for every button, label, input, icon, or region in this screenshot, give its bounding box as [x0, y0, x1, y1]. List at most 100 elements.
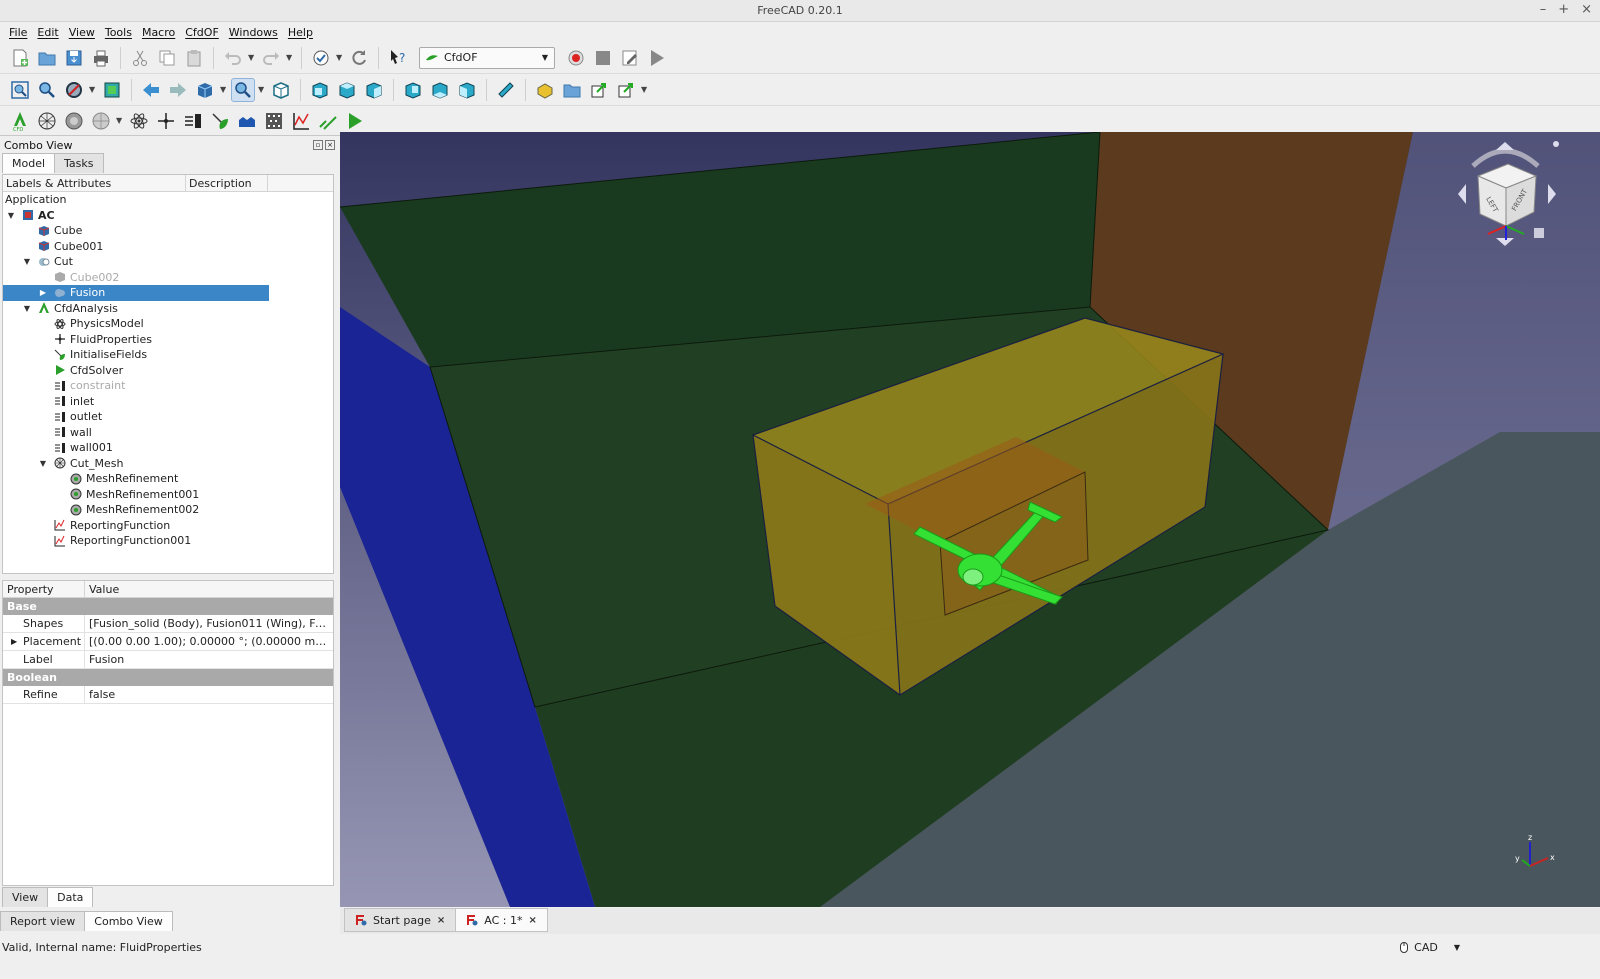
prop-value[interactable]: false [85, 688, 329, 701]
cfd-mesh-region-button[interactable] [62, 109, 86, 133]
zoom-dropdown-icon[interactable]: ▼ [258, 85, 266, 94]
collapse-arrow-icon[interactable]: ▼ [6, 211, 16, 220]
link-actions-button[interactable] [614, 78, 638, 102]
navigation-cube[interactable]: LEFT FRONT [1448, 136, 1563, 256]
undo-dropdown-icon[interactable]: ▼ [248, 53, 256, 62]
scalar-transport-button[interactable] [262, 109, 286, 133]
prop-group-boolean[interactable]: Boolean [3, 669, 333, 686]
tree-item-cube001[interactable]: Cube001 [3, 239, 333, 255]
selection-dropdown-icon[interactable]: ▼ [336, 53, 344, 62]
tree-header-description[interactable]: Description [186, 175, 268, 191]
prop-value[interactable]: [(0.00 0.00 1.00); 0.00000 °; (0.00000 m… [85, 635, 329, 648]
prop-row-shapes[interactable]: Shapes [Fusion_solid (Body), Fusion011 (… [3, 615, 333, 633]
open-button[interactable] [35, 46, 59, 70]
close-icon[interactable]: × [1581, 2, 1592, 17]
tree-item-fusion[interactable]: ▶ Fusion [3, 285, 269, 301]
mesh-dropdown-icon[interactable]: ▼ [116, 116, 124, 125]
tab-report-view[interactable]: Report view [0, 911, 86, 931]
fluid-properties-button[interactable] [154, 109, 178, 133]
tab-view[interactable]: View [2, 887, 49, 907]
menu-cfdof[interactable]: CfdOF [180, 26, 224, 39]
tree-item-physicsmodel[interactable]: PhysicsModel [3, 316, 333, 332]
tree-item-fluidproperties[interactable]: FluidProperties [3, 332, 333, 348]
tab-data[interactable]: Data [47, 887, 94, 907]
recompute-button[interactable] [347, 46, 371, 70]
prop-value[interactable]: [Fusion_solid (Body), Fusion011 (Wing), … [85, 617, 329, 630]
tree-item-meshrefinement002[interactable]: MeshRefinement002 [3, 502, 333, 518]
redo-button[interactable] [259, 46, 283, 70]
close-panel-icon[interactable]: × [325, 140, 335, 150]
cfd-mesh-button[interactable] [35, 109, 59, 133]
print-button[interactable] [89, 46, 113, 70]
draw-style-button[interactable] [62, 78, 86, 102]
tree-item-initialisefields[interactable]: InitialiseFields [3, 347, 333, 363]
collapse-arrow-icon[interactable]: ▼ [22, 304, 32, 313]
reporting-button[interactable] [289, 109, 313, 133]
expand-arrow-icon[interactable]: ▶ [11, 637, 17, 646]
std-views-dropdown-icon[interactable]: ▼ [220, 85, 228, 94]
macro-stop-button[interactable] [591, 46, 615, 70]
collapse-arrow-icon[interactable]: ▼ [38, 459, 48, 468]
nav-left-icon[interactable] [1458, 184, 1466, 204]
create-link-button[interactable] [587, 78, 611, 102]
tree-item-meshrefinement001[interactable]: MeshRefinement001 [3, 487, 333, 503]
expand-arrow-icon[interactable]: ▶ [38, 288, 48, 297]
tree-item-cfdsolver[interactable]: CfdSolver [3, 363, 333, 379]
copy-button[interactable] [155, 46, 179, 70]
cfd-dynamic-mesh-button[interactable] [89, 109, 113, 133]
draw-style-dropdown-icon[interactable]: ▼ [89, 85, 97, 94]
prop-row-placement[interactable]: ▶ Placement [(0.00 0.00 1.00); 0.00000 °… [3, 633, 333, 651]
menu-help[interactable]: Help [283, 26, 318, 39]
view-front-button[interactable] [308, 78, 332, 102]
tree-item-meshrefinement[interactable]: MeshRefinement [3, 471, 333, 487]
tree-item-cut[interactable]: ▼ Cut [3, 254, 333, 270]
doc-tab-start-page[interactable]: Start page × [344, 908, 457, 932]
initialise-button[interactable] [208, 109, 232, 133]
prop-row-label[interactable]: Label Fusion [3, 651, 333, 669]
menu-windows[interactable]: Windows [224, 26, 283, 39]
cfd-analysis-button[interactable]: CFD [8, 109, 32, 133]
prop-row-refine[interactable]: Refine false [3, 686, 333, 704]
paste-button[interactable] [182, 46, 206, 70]
3d-scene[interactable] [340, 132, 1600, 907]
tree-item-outlet[interactable]: outlet [3, 409, 333, 425]
menu-view[interactable]: View [64, 26, 100, 39]
save-button[interactable] [62, 46, 86, 70]
menu-edit[interactable]: Edit [32, 26, 63, 39]
tree-item-cfdanalysis[interactable]: ▼ CfdAnalysis [3, 301, 333, 317]
float-panel-icon[interactable]: ▫ [313, 140, 323, 150]
view-isometric-button[interactable] [269, 78, 293, 102]
macro-run-button[interactable] [645, 46, 669, 70]
tree-item-cube002[interactable]: Cube002 [3, 270, 333, 286]
macro-record-button[interactable] [564, 46, 588, 70]
navigation-style-selector[interactable]: CAD ▼ [1400, 941, 1460, 954]
measure-button[interactable] [494, 78, 518, 102]
close-tab-icon[interactable]: × [528, 915, 536, 926]
view-bottom-button[interactable] [428, 78, 452, 102]
nav-menu-icon[interactable] [1534, 228, 1544, 238]
doc-tab-ac[interactable]: AC : 1* × [455, 908, 548, 932]
rotate-arrow-icon[interactable] [1471, 148, 1540, 168]
tree-item-constraint[interactable]: constraint [3, 378, 333, 394]
tree-item-reportingfunction[interactable]: ReportingFunction [3, 518, 333, 534]
bounding-box-button[interactable] [100, 78, 124, 102]
tab-tasks[interactable]: Tasks [54, 153, 104, 173]
prop-value[interactable]: Fusion [85, 653, 329, 666]
new-document-button[interactable] [8, 46, 32, 70]
create-part-button[interactable] [533, 78, 557, 102]
tree-header-labels[interactable]: Labels & Attributes [3, 175, 186, 191]
tree-item-wall[interactable]: wall [3, 425, 333, 441]
tab-combo-view[interactable]: Combo View [84, 911, 173, 931]
undo-button[interactable] [221, 46, 245, 70]
tree-item-cut-mesh[interactable]: ▼ Cut_Mesh [3, 456, 333, 472]
macro-edit-button[interactable] [618, 46, 642, 70]
nav-right-icon[interactable] [1548, 184, 1556, 204]
menu-tools[interactable]: Tools [100, 26, 137, 39]
cfd-solver-button[interactable] [343, 109, 367, 133]
redo-dropdown-icon[interactable]: ▼ [286, 53, 294, 62]
workbench-selector[interactable]: CfdOF ▼ [419, 46, 555, 69]
tree-item-cube[interactable]: Cube [3, 223, 333, 239]
menu-file[interactable]: File [4, 26, 32, 39]
monitor-button[interactable] [316, 109, 340, 133]
fit-selection-button[interactable] [35, 78, 59, 102]
